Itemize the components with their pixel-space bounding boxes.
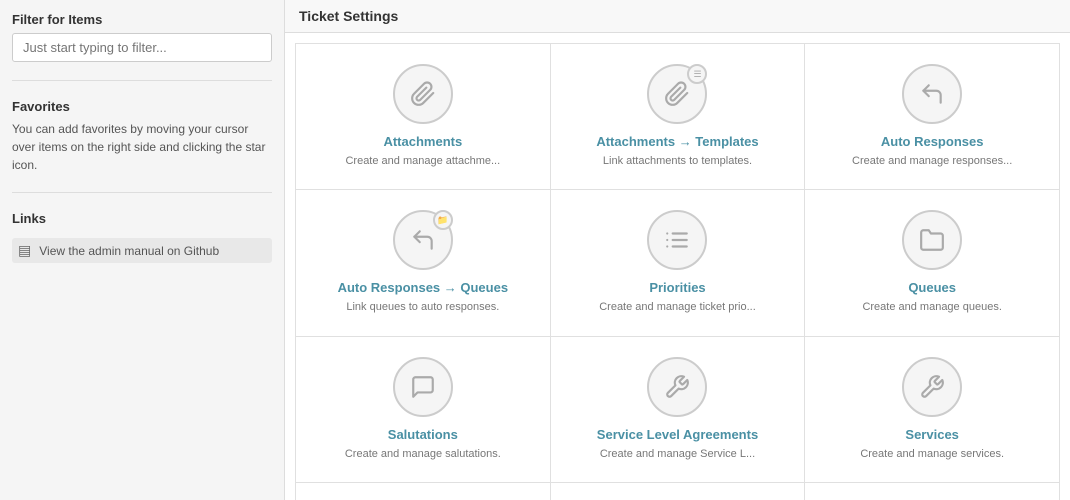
grid-item-priorities[interactable]: Priorities Create and manage ticket prio… xyxy=(551,190,806,336)
admin-manual-link[interactable]: ▤ View the admin manual on Github xyxy=(12,238,272,263)
links-section: Links ▤ View the admin manual on Github xyxy=(12,211,272,263)
grid-item-sms-templates-queues[interactable]: 📁 SMS Templates → Queues Link SMS templa… xyxy=(805,483,1060,500)
filter-section-title: Filter for Items xyxy=(12,12,272,27)
salutations-desc: Create and manage salutations. xyxy=(345,447,501,462)
links-title: Links xyxy=(12,211,272,226)
grid-item-sms-templates[interactable]: SMS Templates Create and manage SMS tem.… xyxy=(551,483,806,500)
divider-1 xyxy=(12,80,272,81)
auto-responses-queues-icon-circle: 📁 xyxy=(393,210,453,270)
filter-section: Filter for Items xyxy=(12,12,272,62)
services-wrench-icon xyxy=(919,374,945,400)
folder-badge-icon: 📁 xyxy=(433,210,453,230)
grid-item-services[interactable]: Services Create and manage services. xyxy=(805,337,1060,483)
sla-desc: Create and manage Service L... xyxy=(600,447,755,462)
attachments-desc: Create and manage attachme... xyxy=(345,154,500,169)
attachments-templates-desc: Link attachments to templates. xyxy=(603,154,752,169)
filter-input[interactable] xyxy=(12,33,272,62)
queues-title: Queues xyxy=(908,280,956,295)
paperclip-icon xyxy=(410,81,436,107)
auto-responses-icon-circle xyxy=(902,64,962,124)
grid-item-sla[interactable]: Service Level Agreements Create and mana… xyxy=(551,337,806,483)
auto-responses-queues-desc: Link queues to auto responses. xyxy=(346,300,499,315)
sidebar: Filter for Items Favorites You can add f… xyxy=(0,0,285,500)
queues-icon-circle xyxy=(902,210,962,270)
main-content: Ticket Settings Attachments Create and m… xyxy=(285,0,1070,500)
doc-icon: ▤ xyxy=(18,242,31,259)
grid-item-attachments-templates[interactable]: ☰ Attachments → Templates Link attachmen… xyxy=(551,44,806,190)
attachments-title: Attachments xyxy=(383,134,462,149)
attachments-templates-title: Attachments → Templates xyxy=(596,134,758,149)
priorities-icon-circle xyxy=(647,210,707,270)
salutations-title: Salutations xyxy=(388,427,458,442)
grid-item-queues[interactable]: Queues Create and manage queues. xyxy=(805,190,1060,336)
sla-icon-circle xyxy=(647,357,707,417)
auto-responses-title: Auto Responses xyxy=(881,134,984,149)
grid-item-attachments[interactable]: Attachments Create and manage attachme..… xyxy=(296,44,551,190)
doc-badge-icon: ☰ xyxy=(687,64,707,84)
priorities-desc: Create and manage ticket prio... xyxy=(599,300,756,315)
wrench-icon xyxy=(664,374,690,400)
sla-title: Service Level Agreements xyxy=(597,427,758,442)
grid-item-signatures[interactable]: Signatures Create and manage signatures. xyxy=(296,483,551,500)
priorities-title: Priorities xyxy=(649,280,705,295)
favorites-title: Favorites xyxy=(12,99,272,114)
settings-grid: Attachments Create and manage attachme..… xyxy=(295,43,1060,500)
page-title: Ticket Settings xyxy=(285,0,1070,33)
queues-desc: Create and manage queues. xyxy=(862,300,1001,315)
grid-item-auto-responses-queues[interactable]: 📁 Auto Responses → Queues Link queues to… xyxy=(296,190,551,336)
auto-responses-desc: Create and manage responses... xyxy=(852,154,1012,169)
grid-item-auto-responses[interactable]: Auto Responses Create and manage respons… xyxy=(805,44,1060,190)
list-icon xyxy=(664,227,690,253)
attachments-templates-icon-circle: ☰ xyxy=(647,64,707,124)
favorites-description: You can add favorites by moving your cur… xyxy=(12,120,272,174)
favorites-section: Favorites You can add favorites by movin… xyxy=(12,99,272,174)
reply-queue-icon xyxy=(410,227,436,253)
attachments-icon-circle xyxy=(393,64,453,124)
divider-2 xyxy=(12,192,272,193)
admin-manual-label: View the admin manual on Github xyxy=(39,244,219,258)
grid-item-salutations[interactable]: Salutations Create and manage salutation… xyxy=(296,337,551,483)
salutations-icon-circle xyxy=(393,357,453,417)
services-title: Services xyxy=(905,427,959,442)
chat-icon xyxy=(410,374,436,400)
services-icon-circle xyxy=(902,357,962,417)
paperclip-link-icon xyxy=(664,81,690,107)
reply-icon xyxy=(919,81,945,107)
services-desc: Create and manage services. xyxy=(860,447,1004,462)
folder-icon xyxy=(919,227,945,253)
auto-responses-queues-title: Auto Responses → Queues xyxy=(338,280,508,295)
